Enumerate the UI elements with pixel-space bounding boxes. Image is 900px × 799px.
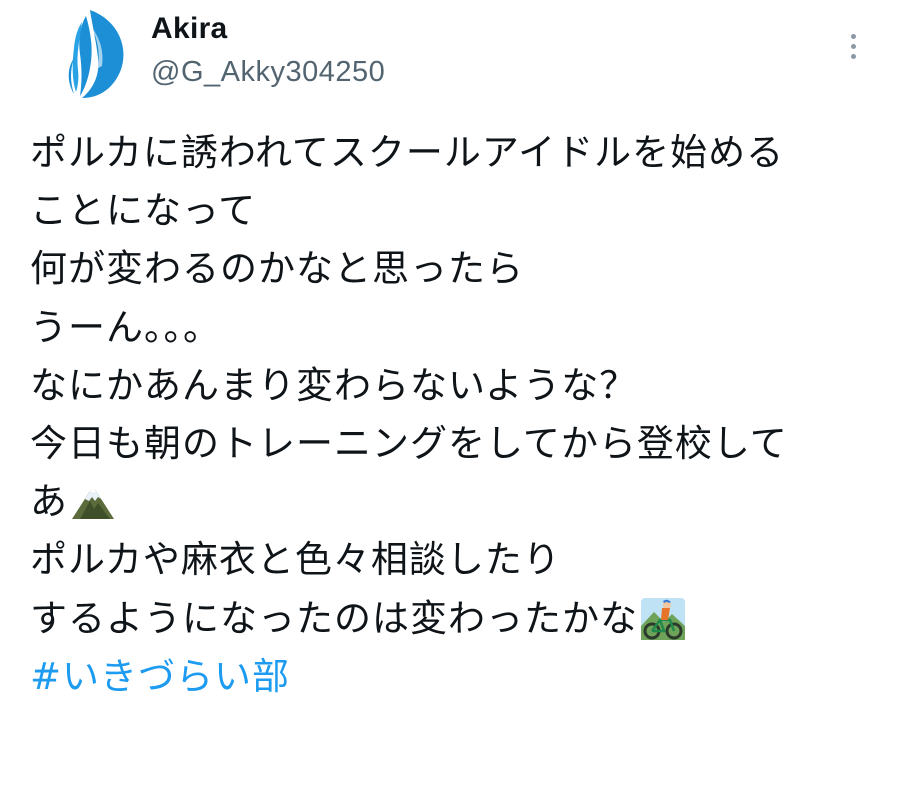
tweet-line: ポルカや麻衣と色々相談したり <box>30 538 561 582</box>
tweet-text: ポルカに誘われてスクールアイドルを始める ことになって 何が変わるのかなと思った… <box>30 124 880 706</box>
tweet-line: うーん。。。 <box>30 305 221 349</box>
tweet-line: 何が変わるのかなと思ったら <box>30 247 524 291</box>
avatar[interactable] <box>60 8 130 100</box>
user-handle[interactable]: @G_Akky304250 <box>151 54 385 90</box>
more-vertical-icon-dot <box>850 53 856 59</box>
tweet-line-with-emoji: するようになったのは変わったかな <box>30 590 880 648</box>
tweet-line: なにかあんまり変わらないような？ <box>30 363 638 407</box>
tweet-line: ポルカに誘われてスクールアイドルを始める <box>30 131 785 174</box>
more-options-button[interactable] <box>836 26 870 66</box>
tweet-line: ことになって <box>30 189 257 233</box>
tweet-line-text: あ <box>30 480 68 524</box>
tweet-line-text: するようになったのは変わったかな <box>30 596 638 640</box>
tweet: Akira @G_Akky304250 ポルカに誘われてスクールアイドルを始める… <box>0 0 900 799</box>
tweet-line-with-emoji: あ <box>30 473 880 531</box>
more-vertical-icon <box>850 33 856 39</box>
more-vertical-icon-dot <box>850 43 856 49</box>
mountain-bicyclist-icon <box>640 596 686 642</box>
author-block[interactable]: Akira @G_Akky304250 <box>151 10 385 90</box>
hashtag-link[interactable]: #いきづらい部 <box>30 648 880 706</box>
tweet-line: 今日も朝のトレーニングをしてから登校して <box>30 421 788 465</box>
snow-capped-mountain-icon <box>70 479 116 525</box>
avatar-image <box>68 10 124 98</box>
display-name[interactable]: Akira <box>151 10 385 48</box>
